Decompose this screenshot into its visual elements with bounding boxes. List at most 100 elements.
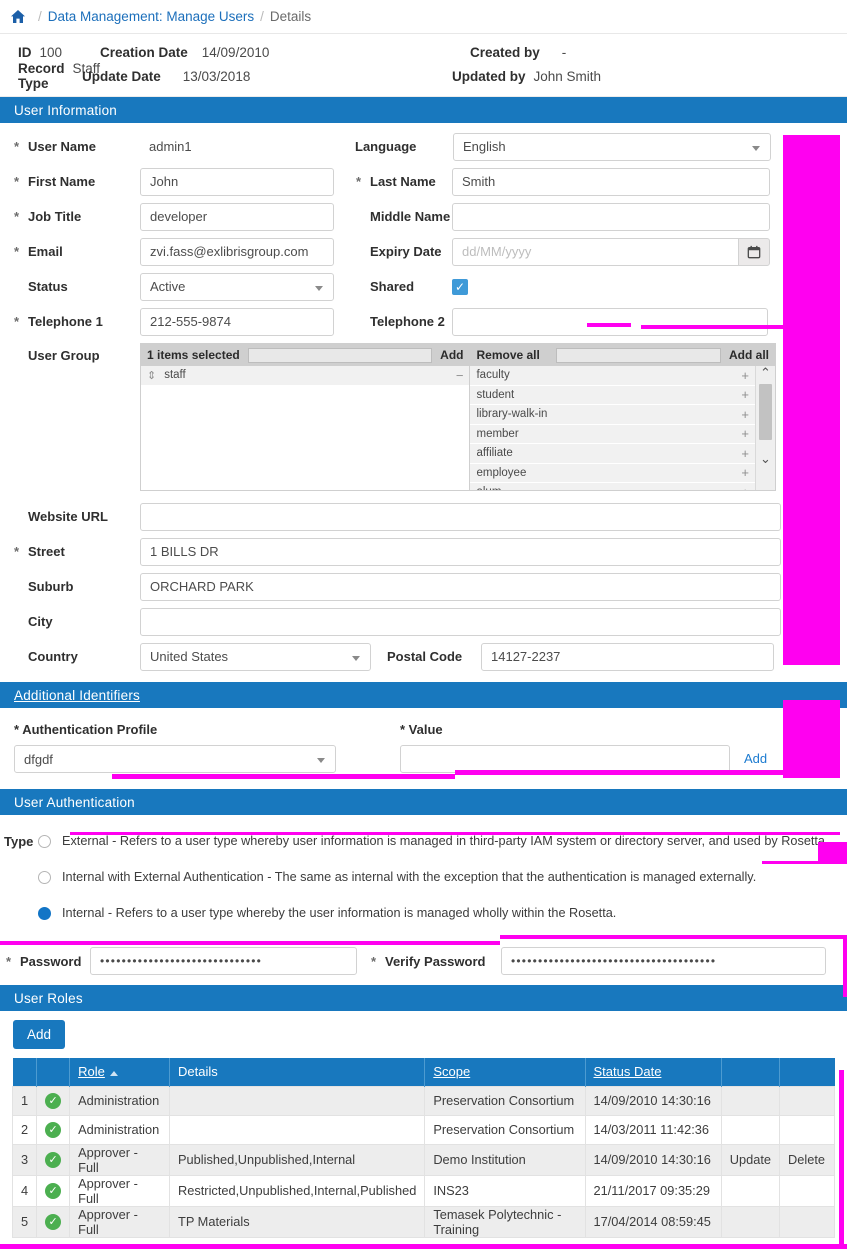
table-row[interactable]: 2 ✓ Administration Preservation Consorti… [11, 1114, 835, 1145]
add-icon[interactable]: + [741, 368, 749, 383]
add-icon[interactable]: + [741, 465, 749, 480]
website-url-input[interactable] [140, 502, 781, 531]
row-delete-link[interactable] [779, 1085, 835, 1116]
city-input[interactable] [140, 607, 781, 636]
first-name-input[interactable] [140, 167, 334, 196]
table-row[interactable]: 5 ✓ Approver - Full TP Materials Temasek… [11, 1205, 835, 1238]
drag-handle-icon[interactable]: ⇕ [147, 369, 156, 382]
add-all-link[interactable]: Add all [729, 348, 769, 362]
radio-internal-label: Internal - Refers to a user type whereby… [62, 906, 617, 920]
status-select[interactable]: Active [140, 272, 334, 301]
chevron-down-icon [315, 285, 323, 291]
remove-icon[interactable]: − [456, 368, 464, 383]
suburb-input[interactable] [140, 572, 781, 601]
auth-type-option-internal[interactable]: Internal - Refers to a user type whereby… [0, 895, 847, 931]
radio-internal[interactable] [38, 906, 51, 920]
row-delete-link[interactable] [779, 1174, 835, 1207]
column-status-date[interactable]: Status Date [585, 1058, 722, 1086]
auth-type-option-internal-external[interactable]: Internal with External Authentication - … [0, 859, 847, 895]
add-icon[interactable]: + [741, 387, 749, 402]
section-header-user-information[interactable]: User Information [0, 97, 847, 123]
row-details [168, 1085, 426, 1116]
column-scope[interactable]: Scope [424, 1058, 586, 1086]
list-item[interactable]: ⇕ staff − [141, 366, 470, 386]
row-delete-link[interactable] [779, 1205, 835, 1238]
add-icon[interactable]: + [741, 426, 749, 441]
radio-internal-with-external[interactable] [38, 870, 51, 884]
auth-profile-select[interactable]: dfgdf [14, 745, 336, 773]
section-header-additional-identifiers[interactable]: Additional Identifiers [0, 682, 847, 708]
meta-row-2: Record Type Staff Update Date 13/03/2018… [0, 61, 847, 91]
radio-external[interactable] [38, 834, 51, 848]
table-row[interactable]: 1 ✓ Administration Preservation Consorti… [11, 1085, 835, 1116]
auth-type-option-external[interactable]: Type External - Refers to a user type wh… [0, 823, 847, 859]
list-item[interactable]: alum + [470, 483, 755, 490]
add-role-button[interactable]: Add [13, 1020, 66, 1049]
active-check-icon: ✓ [45, 1122, 62, 1139]
home-icon[interactable] [10, 9, 26, 24]
list-item[interactable]: affiliate + [470, 444, 755, 464]
row-update-link[interactable] [720, 1085, 781, 1116]
middle-name-input[interactable] [452, 202, 770, 231]
breadcrumb-link-manage-users[interactable]: Data Management: Manage Users [48, 9, 254, 24]
job-title-input[interactable] [140, 202, 334, 231]
row-delete-link[interactable] [779, 1114, 835, 1145]
list-item[interactable]: employee + [470, 463, 755, 483]
column-details[interactable]: Details [169, 1058, 426, 1086]
row-update-link[interactable] [720, 1114, 781, 1145]
section-header-user-authentication[interactable]: User Authentication [0, 789, 847, 815]
telephone1-input[interactable] [140, 307, 334, 336]
row-update-link[interactable]: Update [720, 1143, 781, 1176]
column-role[interactable]: Role [69, 1058, 170, 1086]
last-name-input[interactable] [452, 167, 770, 196]
selected-groups-filter-input[interactable] [247, 347, 433, 363]
table-row[interactable]: 4 ✓ Approver - Full Restricted,Unpublish… [11, 1174, 835, 1207]
middle-name-label-text: Middle Name [370, 209, 451, 224]
remove-all-link[interactable]: Remove all [476, 348, 539, 362]
list-item[interactable]: library-walk-in + [470, 405, 755, 425]
row-status: ✓ [36, 1143, 71, 1176]
form-row-street: * Street [0, 534, 847, 569]
auth-profile-select-value: dfgdf [24, 751, 53, 767]
section-header-user-roles[interactable]: User Roles [0, 985, 847, 1011]
telephone2-input[interactable] [452, 307, 768, 336]
add-identifier-link[interactable]: Add [744, 751, 767, 766]
available-groups-scrollbar[interactable]: ⌃ ⌄ [755, 366, 775, 490]
suburb-label-text: Suburb [28, 579, 74, 594]
street-input[interactable] [140, 537, 781, 566]
add-link[interactable]: Add [440, 348, 463, 362]
table-row[interactable]: 3 ✓ Approver - Full Published,Unpublishe… [11, 1143, 835, 1176]
form-row-email-expiry: * Email Expiry Date [0, 234, 847, 269]
list-item[interactable]: member + [470, 424, 755, 444]
selected-groups-list[interactable]: ⇕ staff − [141, 366, 470, 490]
identifier-value-label: * Value [400, 722, 443, 737]
expiry-date-input[interactable] [452, 237, 738, 266]
shared-checkbox[interactable]: ✓ [452, 278, 468, 295]
list-item[interactable]: student + [470, 385, 755, 405]
password-input[interactable]: •••••••••••••••••••••••••••••• [90, 947, 357, 975]
row-update-link[interactable] [720, 1174, 781, 1207]
list-item[interactable]: faculty + [470, 366, 755, 386]
required-marker: * [14, 174, 20, 189]
verify-password-input[interactable]: •••••••••••••••••••••••••••••••••••••• [501, 947, 826, 975]
available-groups-list[interactable]: faculty + student + library-walk-in + me… [470, 366, 775, 490]
country-select[interactable]: United States [140, 642, 371, 671]
email-input[interactable] [140, 237, 334, 266]
available-groups-filter-input[interactable] [555, 347, 721, 363]
scroll-up-icon[interactable]: ⌃ [760, 366, 771, 382]
row-update-link[interactable] [720, 1205, 781, 1238]
identifier-value-input[interactable] [400, 745, 730, 773]
language-select[interactable]: English [453, 132, 771, 161]
scrollbar-thumb[interactable] [759, 384, 772, 440]
calendar-icon[interactable] [738, 237, 770, 266]
scroll-down-icon[interactable]: ⌄ [760, 452, 771, 468]
radio-external-label: External - Refers to a user type whereby… [62, 834, 829, 848]
add-icon[interactable]: + [741, 446, 749, 461]
row-delete-link[interactable]: Delete [779, 1143, 835, 1176]
meta-created-by-label: Created by [470, 44, 540, 60]
meta-id: ID 100 [0, 45, 100, 60]
form-row-telephones: * Telephone 1 Telephone 2 [0, 304, 847, 339]
postal-code-input[interactable] [481, 642, 774, 671]
add-icon[interactable]: + [741, 407, 749, 422]
add-icon[interactable]: + [741, 485, 749, 490]
